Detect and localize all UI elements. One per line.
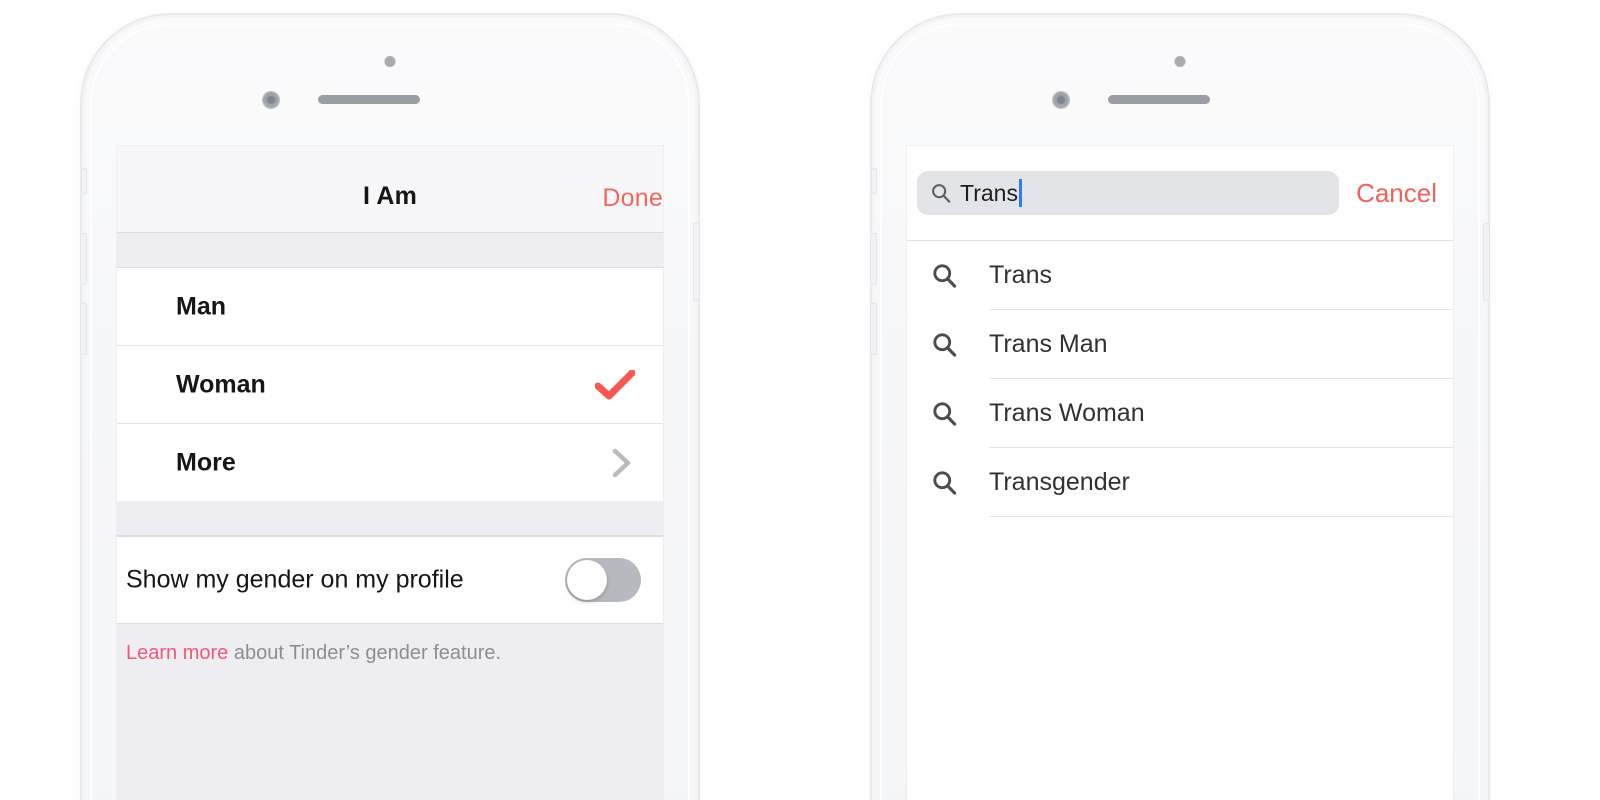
mute-switch[interactable]	[81, 168, 87, 194]
screen-left: I Am Done Man Woman More Show my gender …	[117, 146, 663, 800]
learn-more-link[interactable]: Learn more	[126, 642, 228, 664]
toggle-knob	[567, 560, 607, 600]
suggestion-row[interactable]: Trans	[907, 241, 1453, 310]
show-gender-toggle[interactable]	[565, 558, 641, 602]
suggestion-row[interactable]: Trans Woman	[907, 379, 1453, 448]
search-icon	[933, 402, 957, 426]
suggestion-label: Trans Woman	[989, 399, 1145, 427]
search-suggestions-list: Trans Trans Man Trans Woman Transgender	[907, 241, 1453, 517]
screen-right: Trans Cancel Trans Trans Man Trans Woman…	[907, 146, 1453, 800]
earpiece-speaker-icon	[318, 95, 420, 104]
volume-up-button[interactable]	[80, 233, 87, 285]
option-label: Man	[176, 292, 226, 320]
screenshot-stage: I Am Done Man Woman More Show my gender …	[0, 0, 1600, 800]
footnote-text: about Tinder’s gender feature.	[228, 642, 502, 664]
search-icon	[933, 471, 957, 495]
suggestion-row[interactable]: Trans Man	[907, 310, 1453, 379]
volume-down-button[interactable]	[80, 303, 87, 355]
suggestion-label: Trans	[989, 261, 1052, 289]
proximity-sensor-icon	[384, 56, 396, 67]
option-row-woman[interactable]: Woman	[117, 346, 663, 424]
suggestion-label: Transgender	[989, 468, 1130, 496]
show-gender-label: Show my gender on my profile	[126, 565, 464, 594]
search-input[interactable]: Trans	[917, 171, 1340, 215]
earpiece-speaker-icon	[1108, 95, 1210, 104]
search-icon	[932, 184, 951, 203]
suggestion-row[interactable]: Transgender	[907, 448, 1453, 517]
option-row-man[interactable]: Man	[117, 268, 663, 346]
search-icon	[933, 333, 957, 357]
front-camera-icon	[1052, 91, 1070, 109]
phone-mockup-right: Trans Cancel Trans Trans Man Trans Woman…	[870, 18, 1490, 800]
text-caret	[1018, 179, 1022, 207]
power-button[interactable]	[1483, 223, 1490, 301]
section-gap	[117, 233, 663, 268]
front-camera-icon	[262, 91, 280, 109]
empty-area	[907, 517, 1453, 800]
search-icon	[933, 264, 957, 288]
option-label: Woman	[176, 370, 266, 398]
mute-switch[interactable]	[871, 168, 877, 194]
cancel-button[interactable]: Cancel	[1356, 178, 1437, 209]
gender-options-list: Man Woman More	[117, 268, 663, 501]
search-bar: Trans Cancel	[907, 146, 1453, 241]
page-title: I Am	[362, 182, 418, 210]
section-gap-2	[117, 501, 663, 536]
phone-mockup-left: I Am Done Man Woman More Show my gender …	[80, 18, 700, 800]
search-value: Trans	[960, 179, 1018, 206]
empty-area	[117, 666, 663, 800]
chevron-right-icon	[612, 448, 631, 477]
show-gender-row[interactable]: Show my gender on my profile	[117, 536, 663, 624]
proximity-sensor-icon	[1174, 56, 1186, 67]
checkmark-icon	[595, 369, 635, 399]
volume-down-button[interactable]	[870, 303, 877, 355]
power-button[interactable]	[693, 223, 700, 301]
option-label: More	[176, 448, 236, 476]
row-separator	[989, 516, 1453, 517]
volume-up-button[interactable]	[870, 233, 877, 285]
option-row-more[interactable]: More	[117, 424, 663, 501]
suggestion-label: Trans Man	[989, 330, 1108, 358]
done-button[interactable]: Done	[602, 184, 663, 213]
nav-bar: I Am Done	[117, 146, 663, 233]
footnote: Learn more about Tinder’s gender feature…	[117, 624, 663, 666]
